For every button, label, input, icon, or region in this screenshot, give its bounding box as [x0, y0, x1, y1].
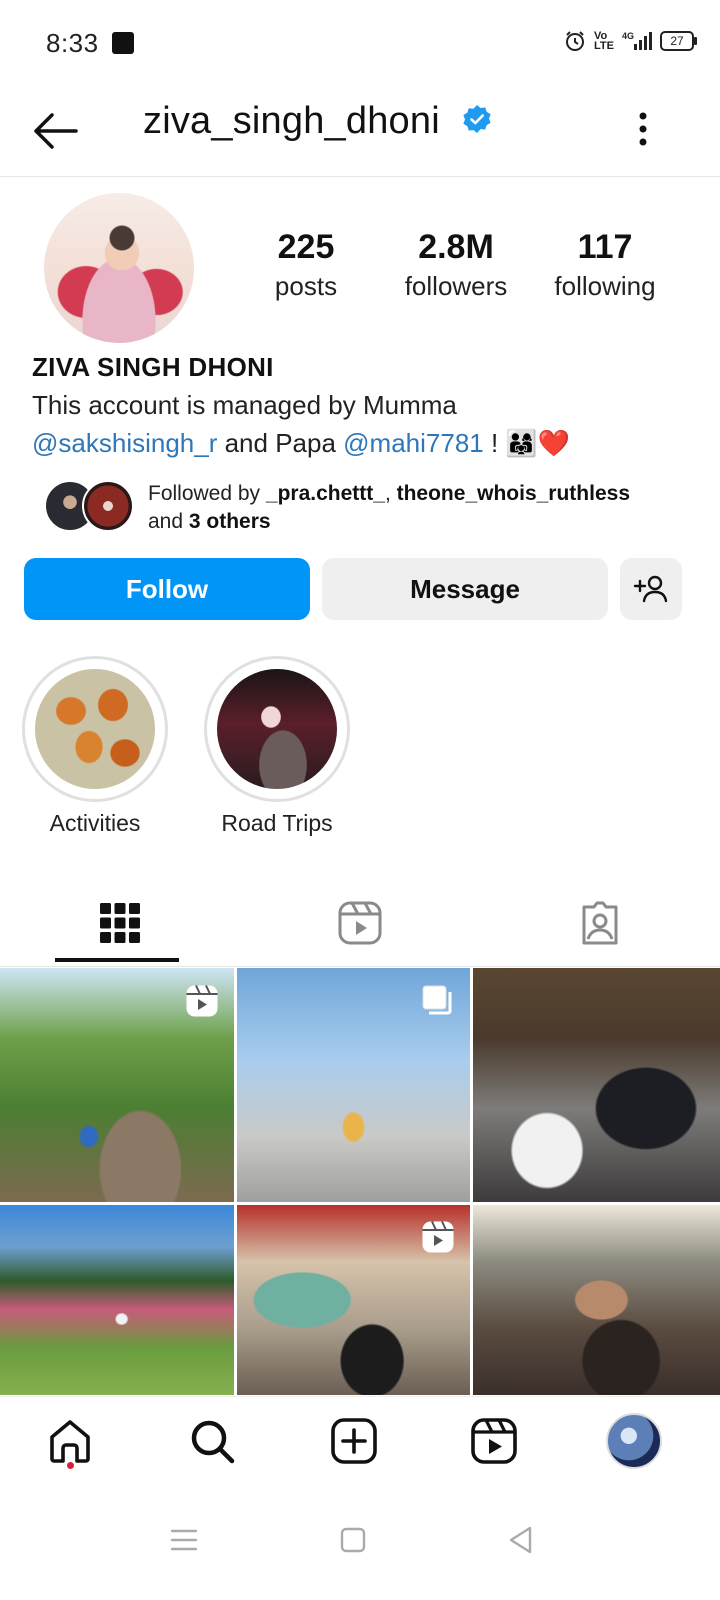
- mention-link-mahi[interactable]: @mahi7781: [343, 428, 484, 458]
- stat-posts[interactable]: 225 posts: [236, 228, 376, 302]
- followers-label: followers: [404, 271, 508, 301]
- followed-by-prefix: Followed by: [148, 482, 266, 505]
- message-button[interactable]: Message: [322, 558, 608, 620]
- posts-count: 225: [277, 228, 335, 266]
- home-icon: [50, 1420, 90, 1463]
- more-vert-icon: [639, 112, 647, 146]
- nav-create[interactable]: [324, 1411, 384, 1471]
- highlight-cover: [35, 669, 155, 789]
- post-thumbnail[interactable]: [473, 1205, 720, 1395]
- followed-by-and: and: [148, 510, 189, 533]
- suggested-users-button[interactable]: [620, 558, 682, 620]
- tab-reels[interactable]: [240, 880, 480, 966]
- battery-icon: 27: [660, 31, 697, 51]
- stat-followers[interactable]: 2.8M followers: [386, 228, 526, 302]
- add-person-icon: [633, 575, 668, 603]
- follow-button[interactable]: Follow: [24, 558, 310, 620]
- bio-suffix-text: ! 👨‍👩‍👧❤️: [483, 428, 571, 458]
- tab-tagged[interactable]: [480, 880, 720, 966]
- home-square-icon[interactable]: [333, 1520, 373, 1560]
- volte-icon: Vo LTE: [594, 30, 614, 52]
- svg-text:4G: 4G: [622, 31, 634, 41]
- post-thumbnail[interactable]: [473, 968, 720, 1202]
- bottom-navigation: [0, 1396, 720, 1487]
- bio-line-1: This account is managed by Mumma: [32, 390, 457, 420]
- status-bar: 8:33 Vo LTE 4G 27: [0, 0, 720, 86]
- mutual-follower-avatar[interactable]: [82, 480, 134, 532]
- mention-link-sakshisingh[interactable]: @sakshisingh_r: [32, 428, 217, 458]
- more-options-button[interactable]: [630, 98, 656, 160]
- bio-line-2: @sakshisingh_r and Papa @mahi7781 ! 👨‍👩‍…: [32, 428, 570, 459]
- status-time: 8:33: [46, 28, 99, 58]
- reels-icon: [471, 1418, 517, 1464]
- post-thumbnail[interactable]: [0, 1205, 234, 1395]
- profile-full-name: ZIVA SINGH DHONI: [32, 352, 274, 382]
- following-label: following: [554, 271, 656, 301]
- reel-badge-icon: [422, 1221, 454, 1253]
- posts-label: posts: [274, 271, 338, 301]
- verified-badge-icon: [463, 105, 491, 133]
- add-post-icon: [331, 1418, 377, 1464]
- back-button[interactable]: [30, 108, 80, 154]
- highlight-label: Activities: [49, 810, 141, 836]
- nav-profile[interactable]: [604, 1411, 664, 1471]
- highlight-cover: [217, 669, 337, 789]
- signal-icon: 4G: [622, 31, 652, 50]
- search-icon: [191, 1420, 235, 1464]
- alarm-icon: [566, 31, 585, 51]
- nav-search[interactable]: [182, 1411, 242, 1471]
- mutual-user-2: theone_whois_ruthless: [396, 482, 630, 505]
- mutual-others-count: 3 others: [188, 510, 271, 533]
- arrow-left-icon: [34, 113, 78, 149]
- following-count: 117: [577, 228, 633, 266]
- active-tab-indicator: [55, 958, 179, 962]
- grid-icon: [100, 903, 140, 943]
- profile-avatar-small: [606, 1413, 662, 1469]
- reel-badge-icon: [186, 985, 218, 1017]
- reels-icon: [338, 901, 382, 945]
- system-navigation-bar: [0, 1486, 720, 1600]
- tab-grid[interactable]: [0, 880, 240, 966]
- profile-top-bar: ziva_singh_dhoni: [0, 86, 720, 177]
- highlight-activities[interactable]: [22, 656, 168, 802]
- stat-following[interactable]: 117 following: [535, 228, 675, 302]
- highlight-label: Road Trips: [221, 810, 333, 836]
- profile-avatar[interactable]: [44, 193, 194, 343]
- tagged-person-icon: [582, 901, 618, 945]
- highlight-road-trips[interactable]: [204, 656, 350, 802]
- app-notification-icon: [112, 32, 134, 54]
- carousel-badge-icon: [422, 985, 452, 1015]
- bio-middle-text: and Papa: [217, 428, 344, 458]
- status-icons: Vo LTE 4G 27: [564, 30, 697, 52]
- menu-icon[interactable]: [164, 1520, 204, 1560]
- followed-by-comma: ,: [384, 482, 397, 505]
- nav-reels[interactable]: [464, 1411, 524, 1471]
- back-triangle-icon[interactable]: [501, 1520, 541, 1560]
- followed-by-text[interactable]: Followed by _pra.chettt_, theone_whois_r…: [148, 480, 708, 536]
- profile-tabs: [0, 880, 720, 967]
- followers-count: 2.8M: [418, 228, 494, 266]
- notification-dot: [67, 1462, 74, 1469]
- mutual-user-1: _pra.chettt_: [265, 482, 385, 505]
- profile-username: ziva_singh_dhoni: [143, 100, 440, 142]
